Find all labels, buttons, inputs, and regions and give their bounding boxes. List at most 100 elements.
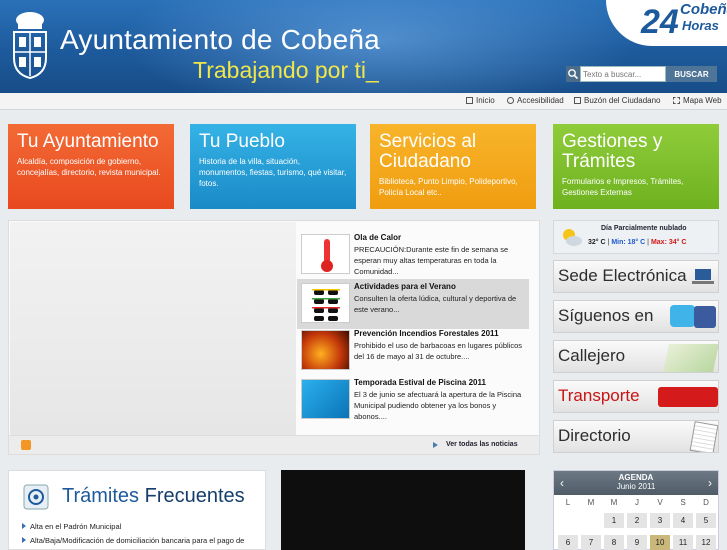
banner-sede-electronica[interactable]: Sede Electrónica (553, 260, 719, 293)
calendar-day[interactable]: 7 (581, 535, 601, 550)
sunglasses-thumbnail (301, 283, 350, 323)
tramites-frecuentes-panel: Trámites Frecuentes Alta en el Padrón Mu… (8, 470, 266, 550)
email-at-icon (23, 484, 49, 510)
calendar-day[interactable]: 9 (627, 535, 647, 550)
util-mailbox[interactable]: Buzón del Ciudadano (574, 96, 661, 105)
news-text: El 3 de junio se afectuará la apertura d… (354, 390, 522, 421)
calendar-day[interactable]: 8 (604, 535, 624, 550)
calendar-day[interactable]: 3 (650, 513, 670, 528)
logo-line1: Cobeña (680, 1, 727, 18)
calendar-weekday: S (680, 498, 686, 507)
search-box: BUSCAR (566, 66, 717, 82)
tramites-title-1: Trámites (62, 485, 140, 507)
calendar-widget: ‹ AGENDA Junio 2011 › L M M J V S D 1 2 3 4 5 6 7 8 9 10… (553, 470, 719, 550)
calendar-day[interactable]: 12 (696, 535, 716, 550)
calendar-day[interactable]: 5 (696, 513, 716, 528)
util-sitemap[interactable]: Mapa Web (673, 96, 722, 105)
logo-line2: Horas (682, 18, 719, 33)
calendar-prev-button[interactable]: ‹ (560, 476, 564, 490)
banner-callejero[interactable]: Callejero (553, 340, 719, 373)
tile-text: Historia de la villa, situación, monumen… (199, 157, 347, 188)
calendar-day (581, 513, 601, 528)
current-temp: 32° C (588, 239, 606, 246)
search-button[interactable]: BUSCAR (666, 66, 717, 82)
banner-label: Síguenos en (558, 306, 654, 325)
news-item[interactable]: Ola de Calor PRECAUCIÓN:Durante este fin… (297, 230, 529, 283)
twitter-icon (670, 305, 695, 327)
sitemap-icon (673, 97, 680, 104)
calendar-weekday: L (565, 498, 571, 507)
calendar-day[interactable]: 2 (627, 513, 647, 528)
calendar-next-button[interactable]: › (708, 476, 712, 490)
tile-gestiones[interactable]: Gestiones y Trámites Formularios e Impre… (553, 124, 719, 209)
util-accessibility-label: Accesibilidad (517, 96, 564, 105)
tile-title: Tu Pueblo (199, 131, 285, 152)
banner-label: Transporte (558, 386, 640, 405)
news-title: Prevención Incendios Forestales 2011 (354, 329, 499, 338)
home-icon (466, 97, 473, 104)
calendar-day[interactable]: 6 (558, 535, 578, 550)
news-footer: Ver todas las noticias (9, 435, 539, 454)
banner-siguenos[interactable]: Síguenos en (553, 300, 719, 333)
news-item-active[interactable]: Actividades para el Verano Consulten la … (297, 279, 529, 329)
util-home-label: Inicio (476, 96, 495, 105)
calendar-title: AGENDA (618, 473, 654, 482)
news-featured-image[interactable] (10, 222, 296, 436)
weather-temps: 32° C | Min: 18° C | Max: 34° C (588, 239, 687, 246)
tile-text: Formularios e Impresos, Trámites, Gestio… (562, 177, 684, 197)
search-icon (566, 66, 580, 82)
tile-title: Servicios al Ciudadano (379, 131, 477, 172)
calendar-day (558, 513, 578, 528)
tile-title: Gestiones y Trámites (562, 131, 663, 172)
util-accessibility[interactable]: Accesibilidad (507, 96, 564, 105)
util-home[interactable]: Inicio (466, 96, 495, 105)
calendar-weekday: D (703, 498, 709, 507)
news-title: Actividades para el Verano (354, 282, 456, 291)
news-item[interactable]: Prevención Incendios Forestales 2011 Pro… (297, 326, 529, 379)
calendar-day[interactable]: 1 (604, 513, 624, 528)
bus-icon (658, 387, 718, 407)
banner-transporte[interactable]: Transporte (553, 380, 719, 413)
tramite-link[interactable]: Alta/Baja/Modificación de domiciliación … (22, 536, 244, 545)
util-sitemap-label: Mapa Web (683, 96, 722, 105)
tile-tu-ayuntamiento[interactable]: Tu Ayuntamiento Alcaldía, composición de… (8, 124, 174, 209)
tramite-link[interactable]: Alta en el Padrón Municipal (22, 522, 121, 531)
rss-icon[interactable] (21, 440, 31, 450)
utility-bar: Inicio Accesibilidad Buzón del Ciudadano… (0, 93, 727, 110)
header: Ayuntamiento de Cobeña Trabajando por ti… (0, 0, 727, 93)
calendar-weekday: V (657, 498, 663, 507)
news-item[interactable]: Temporada Estival de Piscina 2011 El 3 d… (297, 375, 529, 428)
calendar-day[interactable]: 10 (650, 535, 670, 550)
tile-servicios[interactable]: Servicios al Ciudadano Biblioteca, Punto… (370, 124, 536, 209)
accessibility-icon (507, 97, 514, 104)
max-temp: Max: 34° C (650, 239, 687, 246)
pool-water-thumbnail (301, 379, 350, 419)
banner-label: Sede Electrónica (558, 266, 687, 285)
news-text: Prohibido el uso de barbacoas en lugares… (354, 341, 523, 361)
calendar-day[interactable]: 4 (673, 513, 693, 528)
calendar-header: ‹ AGENDA Junio 2011 › (554, 471, 718, 495)
news-title: Ola de Calor (354, 233, 402, 242)
min-temp: Min: 18° C (611, 239, 646, 246)
calendar-weekday: M (587, 498, 595, 507)
tramites-title: Trámites Frecuentes (62, 485, 245, 508)
search-input[interactable] (580, 66, 666, 82)
tile-tu-pueblo[interactable]: Tu Pueblo Historia de la villa, situació… (190, 124, 356, 209)
weather-widget: Día Parcialmente nublado 32° C | Min: 18… (553, 220, 719, 254)
facebook-icon (694, 306, 716, 328)
logo-number: 24 (641, 3, 679, 41)
banner-directorio[interactable]: Directorio (553, 420, 719, 453)
video-player[interactable] (281, 470, 525, 550)
calendar-day[interactable]: 11 (673, 535, 693, 550)
see-all-news-link[interactable]: Ver todas las noticias (433, 441, 518, 448)
util-mailbox-label: Buzón del Ciudadano (584, 96, 661, 105)
coat-of-arms-logo[interactable] (10, 8, 50, 80)
thermometer-thumbnail (301, 234, 350, 274)
tile-text: Biblioteca, Punto Limpio, Polideportivo,… (379, 177, 518, 197)
banner-label: Directorio (558, 426, 631, 445)
site-title[interactable]: Ayuntamiento de Cobeña (60, 24, 380, 56)
news-text: PRECAUCIÓN:Durante este fin de semana se… (354, 245, 509, 276)
news-title: Temporada Estival de Piscina 2011 (354, 378, 486, 387)
partly-cloudy-icon (563, 229, 582, 246)
laptop-icon (692, 269, 714, 284)
